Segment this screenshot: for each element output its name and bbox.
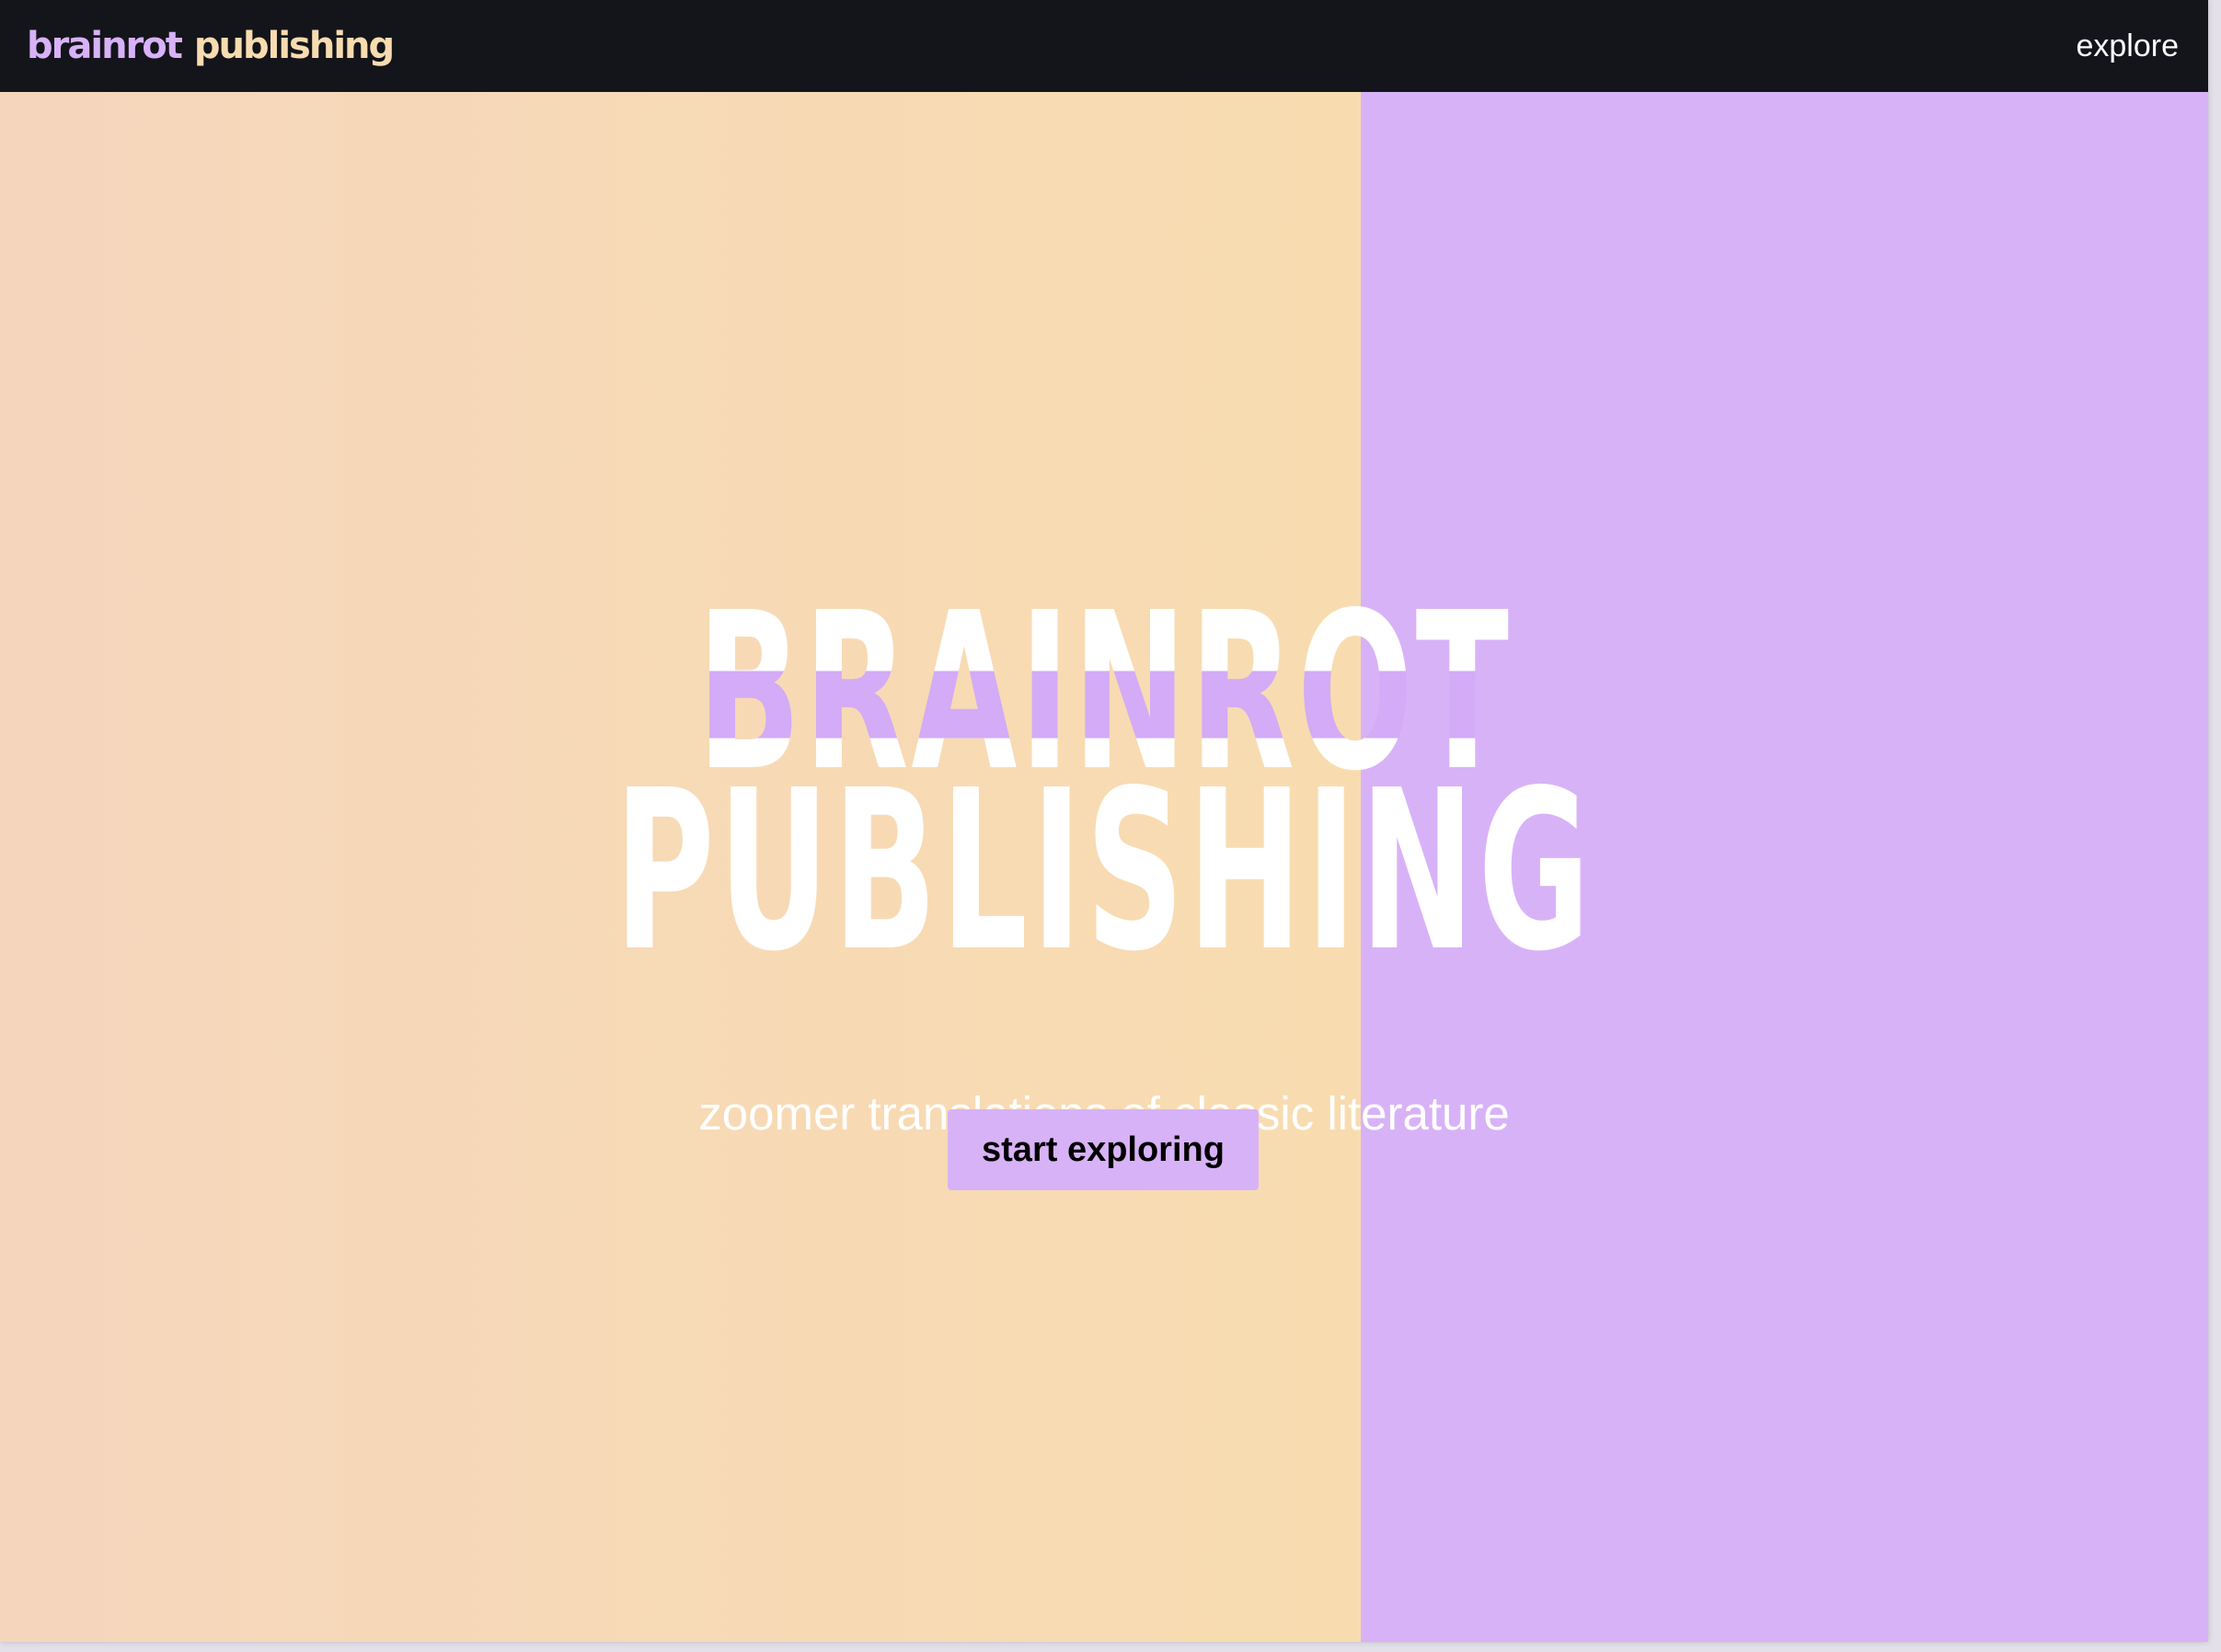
app-window: brainrot publishing explore BRAINROT PUBL…: [0, 0, 2208, 1642]
start-exploring-button[interactable]: start exploring: [948, 1109, 1259, 1190]
hero-title-line-2: PUBLISHING: [614, 742, 1594, 1000]
site-logo[interactable]: brainrot publishing: [27, 13, 395, 79]
top-navbar: brainrot publishing explore: [0, 0, 2208, 92]
logo-word-publishing: publishing: [193, 25, 395, 67]
nav-link-explore[interactable]: explore: [2076, 20, 2179, 72]
hero-section: BRAINROT PUBLISHING zoomer translations …: [0, 92, 2208, 1642]
logo-word-brainrot: brainrot: [27, 25, 183, 67]
